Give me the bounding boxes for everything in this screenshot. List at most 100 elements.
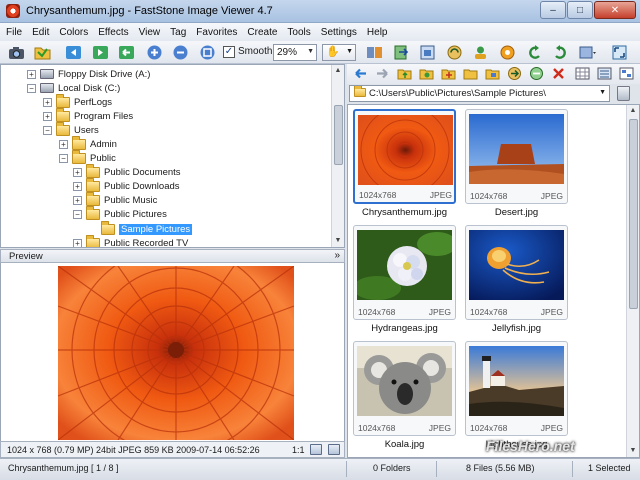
title-bar[interactable]: Chrysanthemum.jpg - FastStone Image View…	[0, 0, 640, 23]
fit-window-icon[interactable]	[310, 444, 322, 455]
compare-icon[interactable]	[366, 44, 383, 61]
app-icon[interactable]	[6, 4, 20, 18]
tree-item-public-pictures[interactable]: − Public Pictures	[73, 205, 167, 221]
move-to-folder-icon[interactable]	[529, 66, 544, 81]
recycle-bin-icon[interactable]	[617, 86, 630, 101]
menu-tools[interactable]: Tools	[287, 27, 310, 38]
collapse-icon[interactable]: −	[59, 153, 68, 163]
next-image-icon[interactable]	[92, 44, 109, 61]
tree-item-perflogs[interactable]: + PerfLogs	[43, 93, 112, 109]
menu-effects[interactable]: Effects	[98, 27, 128, 38]
rotate-right-icon[interactable]	[552, 44, 569, 61]
menu-favorites[interactable]: Favorites	[196, 27, 237, 38]
tree-item-public[interactable]: − Public	[59, 149, 116, 165]
menu-settings[interactable]: Settings	[321, 27, 357, 38]
thumbnail-lighthouse[interactable]: 1024x768 JPEG	[465, 341, 568, 436]
camera-icon[interactable]	[8, 44, 25, 61]
fullscreen-preview-icon[interactable]	[328, 444, 340, 455]
copy-to-folder-icon[interactable]	[507, 66, 522, 81]
preview-header: Preview »	[0, 249, 345, 263]
menu-create[interactable]: Create	[247, 27, 277, 38]
scroll-down-icon[interactable]: ▼	[627, 445, 639, 457]
first-image-icon[interactable]	[118, 44, 135, 61]
settings-gear-icon[interactable]	[499, 44, 516, 61]
user-icon[interactable]	[472, 44, 489, 61]
folder-favorite-icon[interactable]	[419, 66, 434, 81]
view-mode-icon[interactable]	[579, 44, 596, 61]
expand-icon[interactable]: +	[73, 167, 82, 177]
tree-item-public-music[interactable]: + Public Music	[73, 191, 157, 207]
thumbnail-koala[interactable]: 1024x768 JPEG	[353, 341, 456, 436]
zoom-ratio[interactable]: 1:1	[292, 445, 305, 455]
fullscreen-icon[interactable]	[611, 44, 628, 61]
menu-tag[interactable]: Tag	[170, 27, 186, 38]
expand-icon[interactable]: +	[73, 195, 82, 205]
thumbnail-scrollbar[interactable]: ▲ ▼	[626, 105, 639, 457]
expand-icon[interactable]: +	[43, 111, 52, 121]
expand-icon[interactable]: +	[73, 238, 82, 247]
expand-icon[interactable]: +	[43, 97, 52, 107]
thumbnail-grid[interactable]: 1024x768 JPEG Chrysanthemum.jpg 1024x768 J…	[347, 104, 640, 458]
close-button[interactable]: ✕	[594, 1, 636, 19]
tree-scrollbar[interactable]: ▲ ▼	[331, 65, 344, 247]
zoom-in-icon[interactable]	[146, 44, 163, 61]
collapse-preview-icon[interactable]: »	[334, 250, 340, 261]
thumbnail-hydrangeas[interactable]: 1024x768 JPEG	[353, 225, 456, 320]
thumbnail-desert[interactable]: 1024x768 JPEG	[465, 109, 568, 204]
scroll-thumb[interactable]	[334, 105, 343, 165]
hand-tool-button[interactable]: ✋ ▼	[322, 44, 356, 61]
collapse-icon[interactable]: −	[73, 209, 82, 219]
path-combobox[interactable]: C:\Users\Public\Pictures\Sample Pictures…	[349, 85, 610, 102]
maximize-button[interactable]: □	[567, 1, 593, 19]
thumbnail-view-icon[interactable]	[575, 66, 590, 81]
details-view-icon[interactable]	[597, 66, 612, 81]
expand-icon[interactable]: +	[73, 181, 82, 191]
tree-item-program-files[interactable]: + Program Files	[43, 107, 133, 123]
expand-icon[interactable]: +	[59, 139, 68, 149]
menu-view[interactable]: View	[139, 27, 161, 38]
scroll-down-icon[interactable]: ▼	[332, 235, 344, 247]
folder-up-icon[interactable]	[397, 66, 412, 81]
menu-colors[interactable]: Colors	[59, 27, 88, 38]
preview-image[interactable]	[58, 266, 294, 440]
tree-item-floppy[interactable]: + Floppy Disk Drive (A:)	[27, 67, 150, 81]
scroll-up-icon[interactable]: ▲	[332, 65, 344, 77]
collapse-icon[interactable]: −	[43, 125, 52, 135]
chevron-down-icon[interactable]: ▼	[599, 89, 606, 96]
menu-file[interactable]: File	[6, 27, 22, 38]
collapse-icon[interactable]: −	[27, 83, 36, 93]
zoom-out-icon[interactable]	[172, 44, 189, 61]
minimize-button[interactable]: –	[540, 1, 566, 19]
forward-arrow-icon[interactable]	[375, 66, 390, 81]
menu-help[interactable]: Help	[367, 27, 388, 38]
tree-item-local-disk[interactable]: − Local Disk (C:)	[27, 81, 120, 95]
previous-image-icon[interactable]	[65, 44, 82, 61]
actual-size-icon[interactable]	[199, 44, 216, 61]
tree-item-admin[interactable]: + Admin	[59, 135, 117, 151]
sort-options-icon[interactable]	[619, 66, 634, 81]
smooth-checkbox[interactable]: ✓	[223, 46, 235, 58]
tree-item-public-downloads[interactable]: + Public Downloads	[73, 177, 180, 193]
rotate-left-icon[interactable]	[526, 44, 543, 61]
folder-new-icon[interactable]	[441, 66, 456, 81]
scroll-thumb[interactable]	[629, 119, 638, 309]
copy-to-icon[interactable]	[393, 44, 410, 61]
scroll-up-icon[interactable]: ▲	[627, 105, 639, 117]
zoom-select[interactable]: 29% ▼	[273, 44, 317, 61]
thumbnail-jellyfish[interactable]: 1024x768 JPEG	[465, 225, 568, 320]
folder-tree[interactable]: + Floppy Disk Drive (A:) − Local Disk (C:)…	[0, 64, 345, 248]
move-to-icon[interactable]	[419, 44, 436, 61]
thumbnail-chrysanthemum[interactable]: 1024x768 JPEG	[353, 109, 456, 204]
tree-item-sample-pictures[interactable]: Sample Pictures	[101, 220, 194, 236]
tree-item-public-recorded-tv[interactable]: + Public Recorded TV	[73, 234, 188, 247]
delete-icon[interactable]	[551, 66, 566, 81]
folder-options-icon[interactable]	[485, 66, 500, 81]
tree-item-users[interactable]: − Users	[43, 121, 99, 137]
back-arrow-icon[interactable]	[353, 66, 368, 81]
batch-convert-icon[interactable]	[446, 44, 463, 61]
open-folder-icon[interactable]	[34, 44, 51, 61]
expand-icon[interactable]: +	[27, 69, 36, 79]
menu-edit[interactable]: Edit	[32, 27, 49, 38]
folder-refresh-icon[interactable]	[463, 66, 478, 81]
tree-item-public-documents[interactable]: + Public Documents	[73, 163, 181, 179]
